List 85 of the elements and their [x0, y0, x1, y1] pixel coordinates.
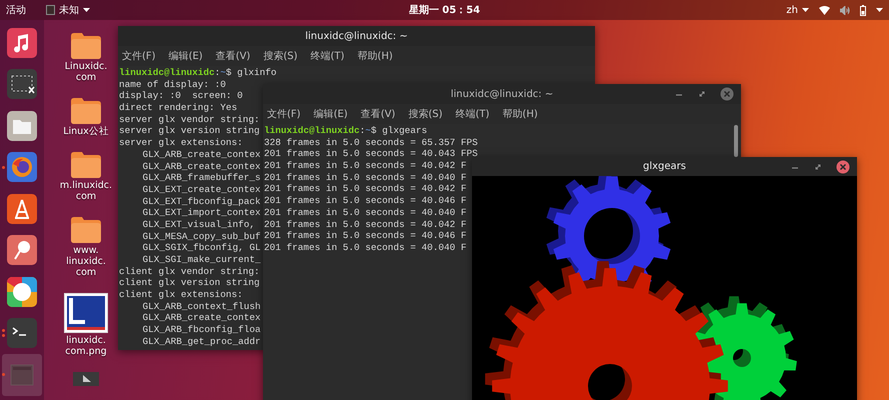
output-line: GLX_EXT_create_contex — [142, 184, 261, 196]
caret-icon — [83, 8, 90, 12]
output-line: GLX_SGIX_fbconfig, GL — [142, 242, 261, 254]
window-icon — [46, 5, 55, 15]
help-icon[interactable] — [7, 235, 37, 266]
output-line: 201 frames in 5.0 seconds = 40.046 F — [264, 230, 467, 242]
icon-label[interactable]: Linux公社 — [63, 126, 109, 137]
icon-label[interactable]: www. linuxidc. com — [66, 245, 106, 278]
folder-icon[interactable] — [70, 217, 101, 243]
output-line: 201 frames in 5.0 seconds = 40.042 F — [264, 218, 467, 230]
wifi-icon[interactable] — [818, 6, 830, 14]
output-line: 201 frames in 5.0 seconds = 40.042 F — [264, 183, 467, 196]
volume-icon[interactable] — [840, 6, 850, 14]
close-icon[interactable] — [720, 87, 734, 101]
icon-label[interactable]: Linuxidc. com — [64, 61, 108, 83]
output-line: GLX_ARB_get_proc_addr — [142, 336, 261, 348]
output-line: GLX_MESA_copy_sub_buf — [142, 230, 261, 242]
output-line: 201 frames in 5.0 seconds = 40.043 FPS — [264, 148, 478, 160]
activities-button[interactable]: 活动 — [6, 3, 26, 17]
output-line: GLX_SGI_make_current_ — [142, 254, 261, 266]
output-line: server glx version string — [119, 125, 260, 138]
menu-item[interactable]: 查看(V) — [216, 49, 250, 63]
output-line: GLX_ARB_create_contex — [142, 312, 261, 324]
output-line: direct rendering: Yes — [119, 102, 238, 114]
menu-item[interactable]: 编辑(E) — [168, 49, 203, 63]
output-line: display: :0 screen: 0 — [119, 90, 243, 102]
caret-icon — [802, 8, 809, 12]
output-line: GLX_EXT_import_contex — [142, 207, 261, 219]
output-line: client glx extensions: — [119, 289, 243, 301]
output-line: 201 frames in 5.0 seconds = 40.040 F — [264, 242, 467, 254]
battery-icon[interactable] — [860, 4, 866, 16]
play-icon[interactable] — [73, 372, 99, 386]
output-line: GLX_EXT_fbconfig_pack — [142, 196, 261, 208]
music-note-icon[interactable] — [7, 28, 37, 58]
output-line: GLX_ARB_fbconfig_floa — [142, 324, 261, 336]
menu-item[interactable]: 编辑(E) — [314, 107, 348, 121]
menu-item[interactable]: 帮助(H) — [502, 107, 538, 121]
maximize-icon[interactable] — [697, 89, 707, 99]
output-line: GLX_ARB_create_contex — [142, 148, 261, 160]
image-thumbnail[interactable] — [64, 293, 108, 333]
output-line: 201 frames in 5.0 seconds = 40.040 F — [264, 206, 467, 218]
photos-icon[interactable] — [7, 276, 37, 307]
folder-icon[interactable] — [70, 98, 101, 124]
output-line: GLX_ARB_context_flush — [142, 300, 261, 312]
input-method-menu[interactable]: zh — [786, 4, 809, 16]
window-title: glxgears — [643, 161, 686, 172]
maximize-icon[interactable] — [813, 162, 823, 172]
screenshot-icon[interactable] — [7, 69, 37, 100]
terminal-icon[interactable] — [7, 318, 37, 348]
folder-icon[interactable] — [70, 152, 101, 178]
menu-item[interactable]: 终端(T) — [310, 49, 344, 63]
output-line: 201 frames in 5.0 seconds = 40.042 F — [264, 160, 467, 172]
menu-item[interactable]: 搜索(S) — [263, 49, 298, 63]
output-line: 201 frames in 5.0 seconds = 40.046 F — [264, 195, 467, 207]
output-line: server glx vendor string: — [119, 114, 260, 126]
menu-item[interactable]: 文件(F) — [122, 49, 156, 63]
output-line: client glx vendor string: — [119, 266, 260, 278]
scrollbar[interactable] — [734, 125, 738, 157]
app-menu[interactable]: 未知 — [46, 3, 90, 17]
prompt-line: linuxidc@linuxidc:~$ glxgears — [264, 125, 428, 137]
output-line: GLX_ARB_framebuffer_s — [142, 172, 261, 184]
close-icon[interactable] — [836, 160, 850, 174]
icon-label[interactable]: m.linuxidc. com — [60, 180, 112, 202]
output-line: GLX_EXT_visual_info, — [142, 218, 256, 231]
menu-item[interactable]: 文件(F) — [267, 107, 301, 121]
output-line: 201 frames in 5.0 seconds = 40.040 F — [264, 172, 467, 184]
caret-icon[interactable] — [876, 8, 883, 12]
output-line: 328 frames in 5.0 seconds = 65.357 FPS — [264, 136, 478, 148]
browser-icon[interactable] — [7, 152, 37, 182]
menu-item[interactable]: 终端(T) — [456, 107, 490, 121]
window-title: linuxidc@linuxidc: ~ — [450, 88, 554, 100]
output-line: server glx extensions: — [119, 137, 243, 149]
files-icon[interactable] — [7, 110, 37, 141]
menu-item[interactable]: 搜索(S) — [408, 107, 442, 121]
folder-icon[interactable] — [70, 33, 101, 59]
output-line: GLX_ARB_create_contex — [142, 160, 261, 172]
clock[interactable]: 星期一 05：54 — [408, 3, 480, 17]
menu-item[interactable]: 帮助(H) — [357, 49, 393, 63]
prompt-line: linuxidc@linuxidc:~$ glxinfo — [119, 67, 277, 79]
software-store-icon[interactable] — [7, 194, 37, 224]
window-title: linuxidc@linuxidc: ~ — [305, 30, 408, 42]
menu-item[interactable]: 查看(V) — [360, 107, 396, 121]
output-line: client glx version string — [119, 277, 260, 290]
icon-label[interactable]: linuxidc. com.png — [65, 335, 107, 357]
output-line: name of display: :0 — [119, 78, 226, 90]
